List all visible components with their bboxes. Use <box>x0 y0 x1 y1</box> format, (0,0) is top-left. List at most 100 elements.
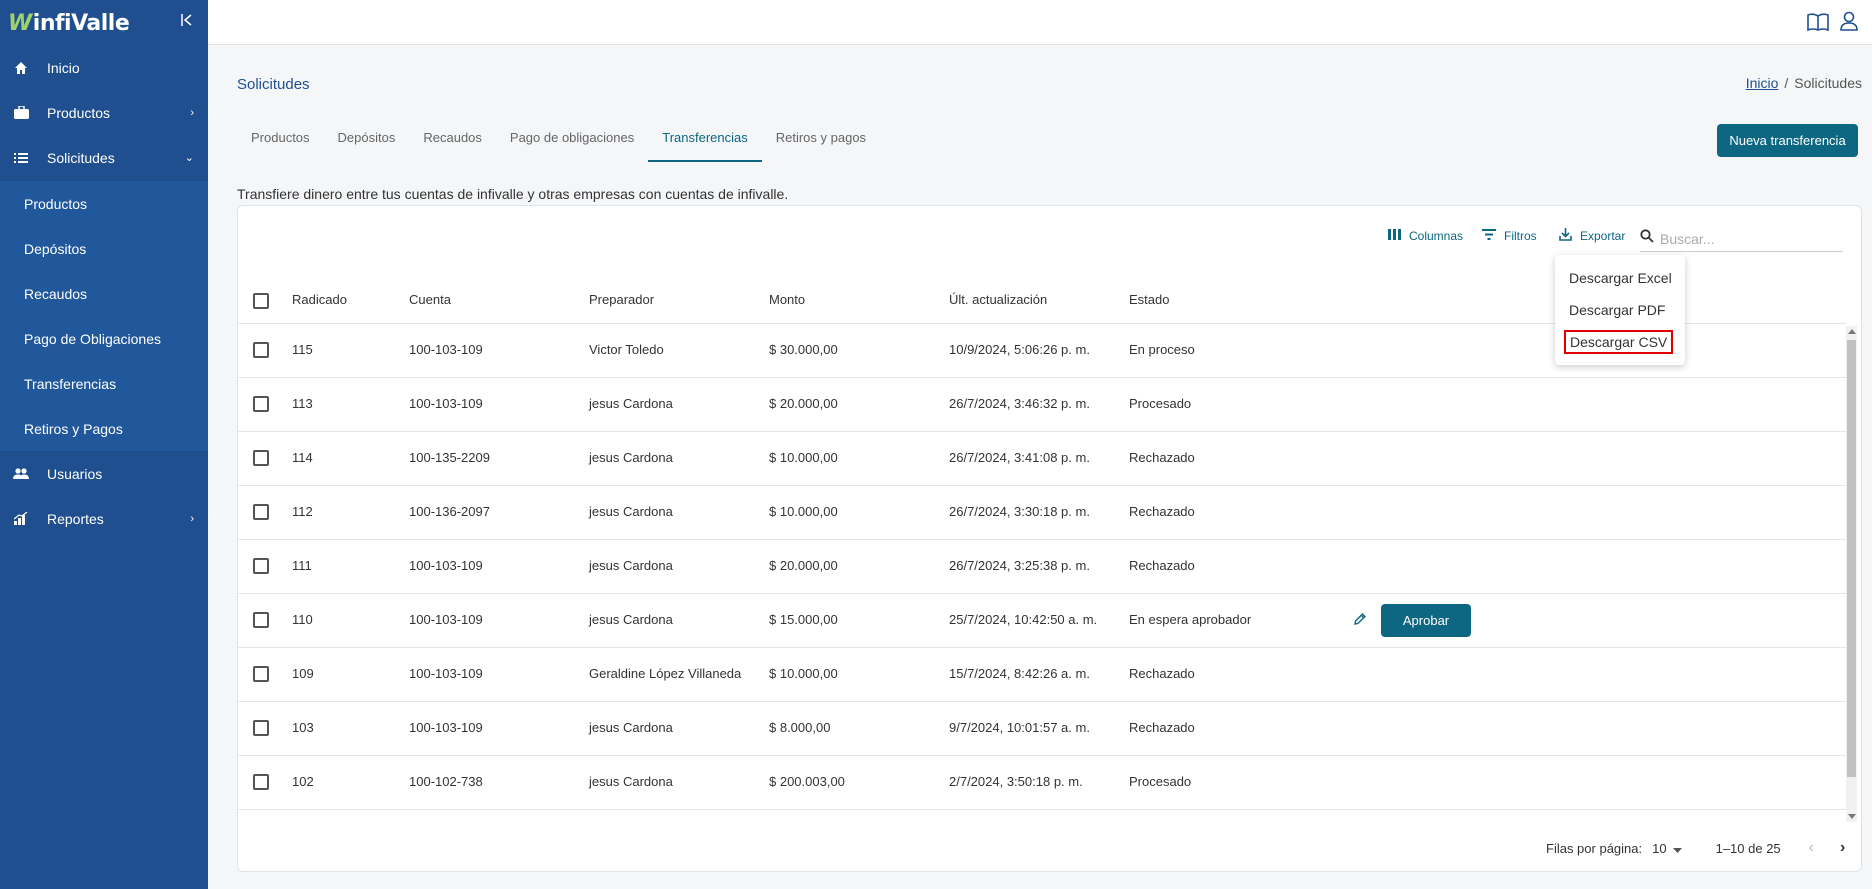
top-bar <box>208 0 1872 45</box>
tab-recaudos[interactable]: Recaudos <box>409 120 496 162</box>
breadcrumb-home-link[interactable]: Inicio <box>1746 75 1779 91</box>
download-icon <box>1559 228 1572 244</box>
cell-radicado: 111 <box>292 558 312 573</box>
row-checkbox[interactable] <box>253 612 269 628</box>
pagination-range: 1–10 de 25 <box>1715 840 1781 856</box>
search-icon <box>1640 229 1654 248</box>
rows-per-page-label: Filas por página: <box>1546 840 1643 856</box>
tab-productos[interactable]: Productos <box>237 120 324 162</box>
row-checkbox[interactable] <box>253 720 269 736</box>
cell-fecha: 26/7/2024, 3:30:18 p. m. <box>949 504 1090 519</box>
sub-item-productos[interactable]: Productos <box>0 181 208 226</box>
column-header-radicado[interactable]: Radicado <box>292 292 347 307</box>
edit-pencil-icon[interactable] <box>1353 612 1369 628</box>
download-csv-option[interactable]: Descargar CSV <box>1564 330 1674 354</box>
table-row[interactable]: 114 100-135-2209 jesus Cardona $ 10.000,… <box>238 432 1846 486</box>
cell-fecha: 15/7/2024, 8:42:26 a. m. <box>949 666 1090 681</box>
nav-item-inicio[interactable]: Inicio <box>0 45 208 90</box>
cell-preparador: jesus Cardona <box>589 450 673 465</box>
column-header-ultima-actualizacion[interactable]: Últ. actualización <box>949 292 1047 307</box>
row-checkbox[interactable] <box>253 774 269 790</box>
logo-mark-icon: W <box>8 10 32 36</box>
table-row[interactable]: 113 100-103-109 jesus Cardona $ 20.000,0… <box>238 378 1846 432</box>
tab-depositos[interactable]: Depósitos <box>324 120 410 162</box>
scroll-up-arrow-icon[interactable] <box>1848 329 1856 334</box>
cell-preparador: Victor Toledo <box>589 342 664 357</box>
breadcrumb: Inicio / Solicitudes <box>1746 75 1862 91</box>
collapse-sidebar-icon[interactable] <box>180 12 196 30</box>
column-header-preparador[interactable]: Preparador <box>589 292 654 307</box>
column-header-estado[interactable]: Estado <box>1129 292 1169 307</box>
pagination: Filas por página: 10 1–10 de 25 ‹ › <box>1546 838 1845 858</box>
row-checkbox[interactable] <box>253 558 269 574</box>
table-scrollbar[interactable] <box>1846 326 1857 822</box>
approve-button[interactable]: Aprobar <box>1381 604 1471 637</box>
table-row[interactable]: 111 100-103-109 jesus Cardona $ 20.000,0… <box>238 540 1846 594</box>
nav-item-productos[interactable]: Productos › <box>0 90 208 135</box>
row-checkbox[interactable] <box>253 504 269 520</box>
page-title: Solicitudes <box>237 76 310 93</box>
row-checkbox[interactable] <box>253 450 269 466</box>
briefcase-icon <box>13 105 29 121</box>
sub-item-retiros-pagos[interactable]: Retiros y Pagos <box>0 406 208 451</box>
nav-item-usuarios[interactable]: Usuarios <box>0 451 208 496</box>
cell-estado: Rechazado <box>1129 666 1195 681</box>
tab-transferencias[interactable]: Transferencias <box>648 120 762 162</box>
cell-fecha: 2/7/2024, 3:50:18 p. m. <box>949 774 1083 789</box>
nav-item-solicitudes[interactable]: Solicitudes ⌄ <box>0 135 208 180</box>
table-row[interactable]: 109 100-103-109 Geraldine López Villaned… <box>238 648 1846 702</box>
download-pdf-option[interactable]: Descargar PDF <box>1569 302 1665 318</box>
rows-per-page-select[interactable]: 10 <box>1652 841 1682 856</box>
cell-radicado: 113 <box>292 396 313 411</box>
row-checkbox[interactable] <box>253 396 269 412</box>
row-checkbox[interactable] <box>253 666 269 682</box>
infivalle-logo[interactable]: W infiValle <box>8 8 130 38</box>
cell-fecha: 25/7/2024, 10:42:50 a. m. <box>949 612 1098 627</box>
tab-pago-obligaciones[interactable]: Pago de obligaciones <box>496 120 648 162</box>
export-button[interactable]: Exportar <box>1559 226 1625 246</box>
sub-item-transferencias[interactable]: Transferencias <box>0 361 208 406</box>
previous-page-icon[interactable]: ‹ <box>1809 839 1814 857</box>
filter-icon <box>1482 229 1496 243</box>
cell-estado: Rechazado <box>1129 504 1195 519</box>
table-row[interactable]: 110 100-103-109 jesus Cardona $ 15.000,0… <box>238 594 1846 648</box>
cell-monto: $ 20.000,00 <box>769 558 838 573</box>
sub-item-recaudos[interactable]: Recaudos <box>0 271 208 316</box>
book-icon[interactable] <box>1806 10 1830 34</box>
cell-monto: $ 10.000,00 <box>769 504 838 519</box>
download-excel-option[interactable]: Descargar Excel <box>1569 270 1672 286</box>
user-icon[interactable] <box>1838 10 1862 34</box>
scroll-down-arrow-icon[interactable] <box>1848 814 1856 819</box>
tab-retiros-pagos[interactable]: Retiros y pagos <box>762 120 880 162</box>
column-header-cuenta[interactable]: Cuenta <box>409 292 451 307</box>
list-icon <box>13 150 29 166</box>
table-row[interactable]: 103 100-103-109 jesus Cardona $ 8.000,00… <box>238 702 1846 756</box>
search-field <box>1640 226 1843 252</box>
table-row[interactable]: 102 100-102-738 jesus Cardona $ 200.003,… <box>238 756 1846 810</box>
tabs: Productos Depósitos Recaudos Pago de obl… <box>237 120 880 162</box>
select-all-checkbox[interactable] <box>253 293 269 309</box>
sub-item-depositos[interactable]: Depósitos <box>0 226 208 271</box>
scrollbar-thumb[interactable] <box>1847 340 1856 777</box>
chevron-right-icon: › <box>190 106 194 119</box>
row-checkbox[interactable] <box>253 342 269 358</box>
bar-chart-icon <box>13 511 29 527</box>
new-transfer-button[interactable]: Nueva transferencia <box>1717 124 1858 157</box>
cell-cuenta: 100-103-109 <box>409 666 483 681</box>
sub-item-pago-obligaciones[interactable]: Pago de Obligaciones <box>0 316 208 361</box>
next-page-icon[interactable]: › <box>1840 839 1845 857</box>
nav-item-reportes[interactable]: Reportes › <box>0 496 208 541</box>
search-input[interactable] <box>1660 230 1830 247</box>
cell-radicado: 114 <box>292 450 313 465</box>
cell-preparador: jesus Cardona <box>589 720 673 735</box>
solicitudes-submenu: Productos Depósitos Recaudos Pago de Obl… <box>0 181 208 451</box>
cell-estado: Procesado <box>1129 396 1192 411</box>
filters-button[interactable]: Filtros <box>1482 226 1537 246</box>
cell-radicado: 115 <box>292 342 313 357</box>
column-header-monto[interactable]: Monto <box>769 292 805 307</box>
columns-button[interactable]: Columnas <box>1388 226 1463 246</box>
cell-preparador: jesus Cardona <box>589 612 673 627</box>
table-row[interactable]: 112 100-136-2097 jesus Cardona $ 10.000,… <box>238 486 1846 540</box>
cell-cuenta: 100-136-2097 <box>409 504 490 519</box>
cell-radicado: 112 <box>292 504 313 519</box>
